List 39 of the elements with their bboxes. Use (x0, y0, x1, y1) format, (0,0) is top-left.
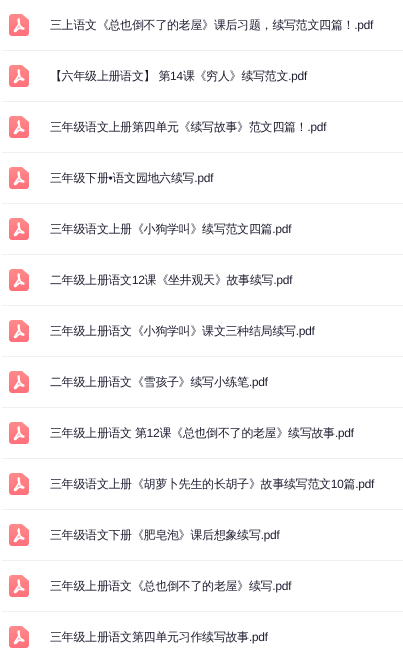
file-row[interactable]: 【六年级上册语文】 第14课《穷人》续写范文.pdf (2, 51, 403, 102)
file-row[interactable]: 三年级语文下册《肥皂泡》课后想象续写.pdf (2, 510, 403, 561)
file-name: 二年级上册语文《雪孩子》续写小练笔.pdf (50, 374, 268, 390)
file-name: 三年级语文下册《肥皂泡》课后想象续写.pdf (50, 526, 280, 544)
pdf-icon (9, 167, 29, 189)
file-name: 三年级语文上册《胡萝卜先生的长胡子》故事续写范文10篇.pdf (50, 476, 374, 492)
file-name: 三上语文《总也倒不了的老屋》课后习题，续写范文四篇！.pdf (50, 16, 374, 34)
file-name: 三年级上册语文第四单元习作续写故事.pdf (50, 628, 268, 646)
pdf-icon (9, 473, 29, 495)
file-row[interactable]: 二年级上册语文《雪孩子》续写小练笔.pdf (2, 357, 403, 408)
pdf-icon (9, 371, 29, 393)
file-row[interactable]: 三年级下册•语文园地六续写.pdf (2, 153, 403, 204)
pdf-icon (9, 65, 29, 87)
file-row[interactable]: 三年级上册语文第四单元习作续写故事.pdf (2, 612, 403, 655)
file-row[interactable]: 三年级上册语文 第12课《总也倒不了的老屋》续写故事.pdf (2, 408, 403, 459)
file-row[interactable]: 三年级上册语文《小狗学叫》课文三种结局续写.pdf (2, 306, 403, 357)
pdf-icon (9, 320, 29, 342)
pdf-icon (9, 116, 29, 138)
file-row[interactable]: 三年级语文上册第四单元《续写故事》范文四篇！.pdf (2, 102, 403, 153)
file-row[interactable]: 二年级上册语文12课《坐井观天》故事续写.pdf (2, 255, 403, 306)
file-name: 三年级上册语文《总也倒不了的老屋》续写.pdf (50, 578, 292, 594)
pdf-icon (9, 575, 29, 597)
pdf-icon (9, 626, 29, 648)
file-name: 【六年级上册语文】 第14课《穷人》续写范文.pdf (50, 68, 307, 84)
file-name: 三年级下册•语文园地六续写.pdf (50, 170, 214, 186)
pdf-icon (9, 14, 29, 36)
file-row[interactable]: 三上语文《总也倒不了的老屋》课后习题，续写范文四篇！.pdf (2, 0, 403, 51)
file-name: 三年级语文上册第四单元《续写故事》范文四篇！.pdf (50, 118, 326, 136)
file-name: 三年级上册语文 第12课《总也倒不了的老屋》续写故事.pdf (50, 424, 354, 442)
pdf-icon (9, 422, 29, 444)
file-row[interactable]: 三年级语文上册《小狗学叫》续写范文四篇.pdf (2, 204, 403, 255)
file-name: 三年级上册语文《小狗学叫》课文三种结局续写.pdf (50, 322, 315, 340)
pdf-icon (9, 269, 29, 291)
file-name: 二年级上册语文12课《坐井观天》故事续写.pdf (50, 272, 292, 288)
file-row[interactable]: 三年级上册语文《总也倒不了的老屋》续写.pdf (2, 561, 403, 612)
file-name: 三年级语文上册《小狗学叫》续写范文四篇.pdf (50, 220, 292, 238)
file-row[interactable]: 三年级语文上册《胡萝卜先生的长胡子》故事续写范文10篇.pdf (2, 459, 403, 510)
pdf-icon (9, 524, 29, 546)
pdf-icon (9, 218, 29, 240)
